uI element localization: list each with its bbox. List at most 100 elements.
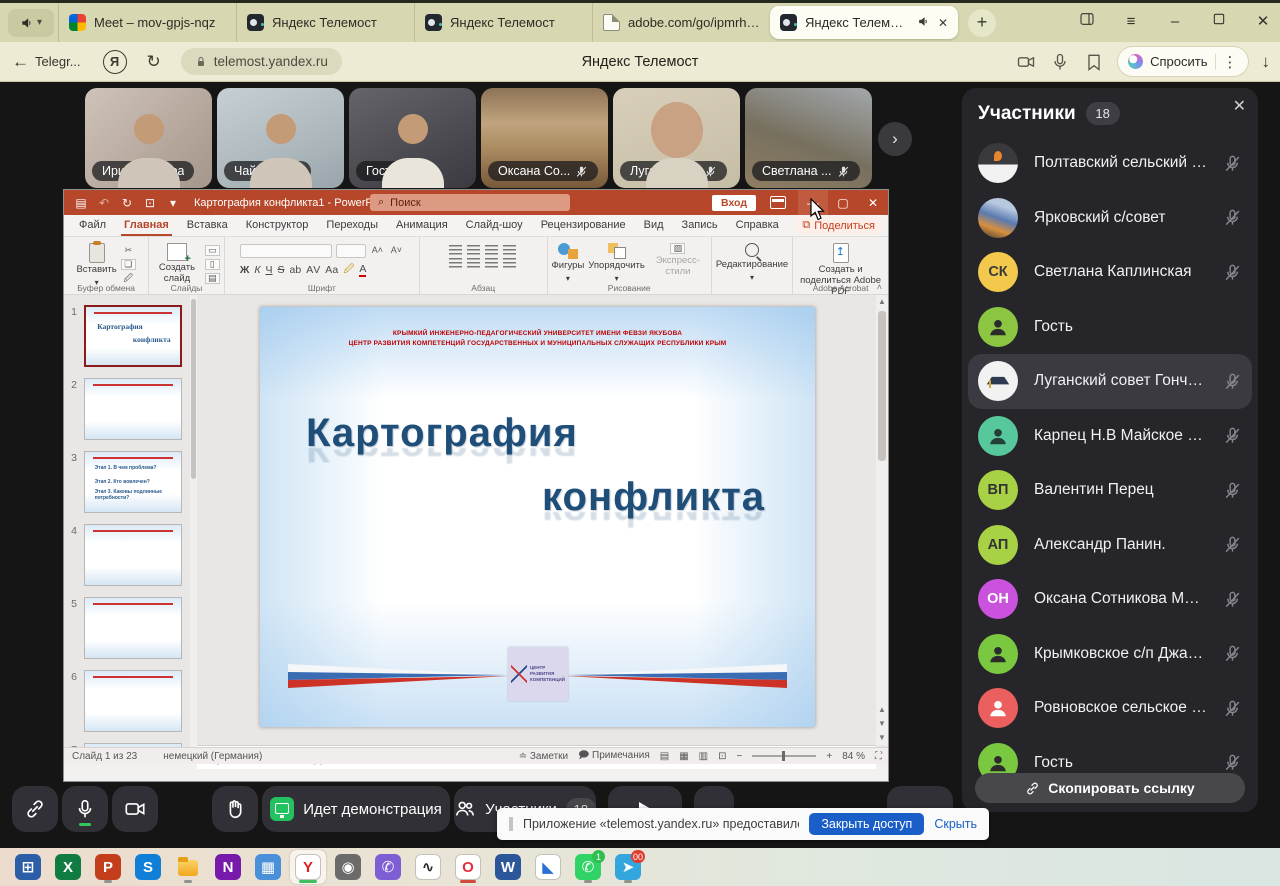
participant-row[interactable]: Луганский совет Гонча... [968,354,1252,409]
taskbar-icon[interactable]: ✆ 1 [570,850,606,884]
browser-tab[interactable]: Яндекс Телемост ✕ [236,3,414,42]
slide-sorter-icon[interactable]: ▦ [679,751,688,762]
ribbon-tab[interactable]: Вид [635,216,673,236]
video-tile[interactable]: Светлана ... [745,88,872,188]
copy-link-button[interactable]: Скопировать ссылку [975,773,1245,803]
ribbon-tab[interactable]: Конструктор [237,216,318,236]
taskbar-icon[interactable]: ▦ [250,850,286,884]
ribbon-tab[interactable]: Вставка [178,216,237,236]
ribbon-tab[interactable]: Файл [70,216,115,236]
participant-row[interactable]: Ярковский с/совет [962,191,1258,246]
slideshow-icon[interactable]: ⊡ [143,196,157,210]
invite-link-button[interactable] [12,786,58,832]
close-access-button[interactable]: Закрыть доступ [809,813,924,835]
indent-decrease-icon[interactable] [485,245,498,255]
shadow-button[interactable]: ab [290,264,302,276]
browser-tab[interactable]: Meet – mov-gpjs-nqz ✕ [58,3,236,42]
slide[interactable]: КРЫМКИЙ ИНЖЕНЕРНО-ПЕДАГОГИЧЕСКИЙ УНИВЕРС… [260,307,815,727]
taskbar-icon[interactable]: S [130,850,166,884]
taskbar-icon[interactable]: Y [290,850,326,884]
sign-in-button[interactable]: Вход [712,195,756,211]
taskbar-icon[interactable]: ◉ [330,850,366,884]
zoom-level[interactable]: 84 % [842,751,865,762]
strikethrough-button[interactable]: S [278,264,285,276]
slide-thumbnail[interactable]: 3 Этап 1. В чем проблема? Этап 2. Кто во… [64,451,190,513]
taskbar-icon[interactable]: ➤ 00 [610,850,646,884]
browser-tab[interactable]: Яндекс Телемост ✕ [414,3,592,42]
font-size-select[interactable] [336,244,366,258]
taskbar-icon[interactable]: ✆ [370,850,406,884]
char-spacing-button[interactable]: АV [306,264,320,276]
taskbar-icon[interactable]: ⊞ [10,850,46,884]
taskbar-icon[interactable]: X [50,850,86,884]
video-tile[interactable]: Ирина Забара [85,88,212,188]
tab-sound-icon[interactable] [917,15,930,31]
collapse-ribbon-icon[interactable]: ˄ [877,282,882,292]
thumbnail-scrollbar[interactable] [190,295,197,764]
mic-icon[interactable] [1050,52,1070,72]
kebab-menu-icon[interactable]: ⋮ [1223,53,1238,71]
video-tile[interactable]: Луганский... [613,88,740,188]
screen-share-status-button[interactable]: Идет демонстрация [262,786,450,832]
browser-tab[interactable]: Яндекс Телемост ✕ [770,6,958,39]
bullets-icon[interactable] [449,245,462,255]
align-right-icon[interactable] [485,258,498,268]
ribbon-tab[interactable]: Анимация [387,216,457,236]
taskbar-icon[interactable]: N [210,850,246,884]
next-participants-button[interactable]: › [878,122,912,156]
reset-icon[interactable]: ▯ [205,259,220,270]
ask-ai-button[interactable]: Спросить ⋮ [1118,47,1247,76]
video-tile[interactable]: Оксана Со... [481,88,608,188]
qat-chevron-icon[interactable]: ▾ [166,196,180,210]
italic-button[interactable]: К [254,264,260,276]
ppt-share-button[interactable]: ⧉ Поделиться [795,217,882,234]
ribbon-tab[interactable]: Справка [727,216,788,236]
reading-view-icon[interactable]: ▥ [699,751,708,762]
ppt-close-button[interactable]: ✕ [858,190,888,215]
language-indicator[interactable]: немецкий (Германия) [163,751,262,762]
zoom-slider[interactable] [752,755,816,757]
hide-link[interactable]: Скрыть [934,817,977,831]
panels-icon[interactable] [1078,11,1096,31]
font-name-select[interactable] [240,244,332,258]
taskbar-icon[interactable] [170,850,206,884]
ribbon-tab[interactable]: Рецензирование [532,216,635,236]
participant-row[interactable]: Гость [962,736,1258,778]
downloads-icon[interactable]: ↓ [1262,52,1271,72]
quick-styles-button[interactable]: ▨Экспресс-стили [649,241,707,278]
shapes-button[interactable]: Фигуры▾ [552,241,585,283]
layout-icon[interactable]: ▭ [205,245,220,256]
video-call-icon[interactable] [1016,52,1036,72]
participant-row[interactable]: ВП Валентин Перец [962,463,1258,518]
save-icon[interactable]: ▤ [74,196,88,210]
raise-hand-button[interactable] [212,786,258,832]
highlight-button[interactable]: 🖉 [343,261,354,279]
participant-row[interactable]: АП Александр Панин. [962,518,1258,573]
font-color-button[interactable]: А [359,263,366,277]
url-field[interactable]: telemost.yandex.ru [181,48,342,75]
align-left-icon[interactable] [449,258,462,268]
zoom-out-icon[interactable]: − [737,751,743,762]
taskbar-icon[interactable]: O [450,850,486,884]
minimize-icon[interactable]: – [1166,13,1184,30]
ribbon-tab[interactable]: Запись [673,216,727,236]
ppt-maximize-button[interactable]: ▢ [828,190,858,215]
participant-row[interactable]: ОН Оксана Сотникова Мичури... [962,572,1258,627]
reload-icon[interactable]: ↻ [147,52,161,72]
back-button[interactable]: ← Telegr... [12,52,81,72]
yandex-button[interactable]: Я [103,50,127,74]
video-tile[interactable]: Чайкино [217,88,344,188]
cut-icon[interactable]: ✂ [121,245,136,256]
undo-icon[interactable]: ↶ [97,196,111,210]
ribbon-tab[interactable]: Переходы [317,216,387,236]
new-tab-button[interactable]: + [968,9,996,37]
participant-row[interactable]: Полтавский сельский совет [962,136,1258,191]
redo-icon[interactable]: ↻ [120,196,134,210]
powerpoint-title-bar[interactable]: ▤ ↶ ↻ ⊡ ▾ Картография конфликта1 - Power… [64,190,888,215]
copy-icon[interactable]: ❏ [121,259,136,270]
camera-button[interactable] [112,786,158,832]
panel-close-icon[interactable]: ✕ [1233,96,1246,116]
ribbon-options-icon[interactable] [770,196,786,209]
ribbon-tab[interactable]: Главная [115,216,178,236]
participant-row[interactable]: СК Светлана Каплинская [962,245,1258,300]
